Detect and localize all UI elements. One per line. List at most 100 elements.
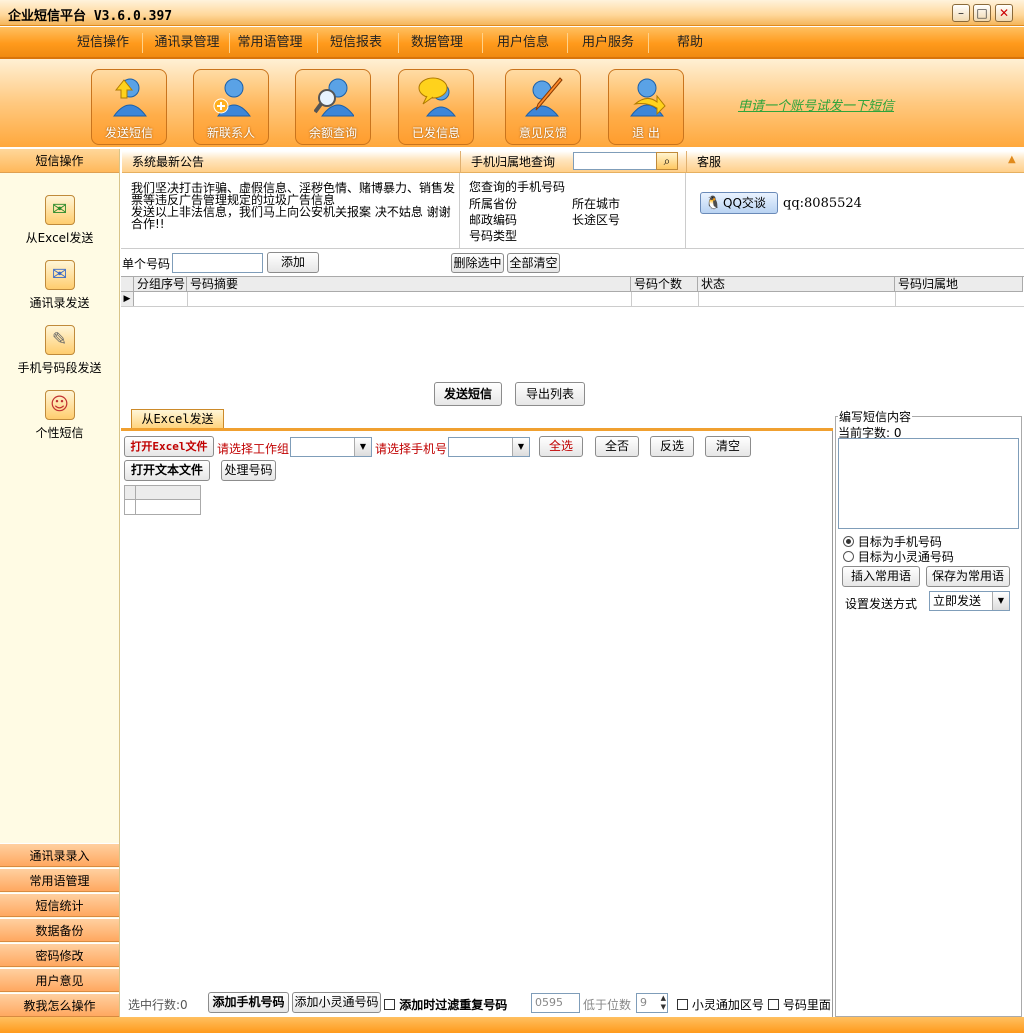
new-contact-button[interactable]: 新联系人	[193, 69, 269, 145]
grid-col-summary[interactable]: 号码摘要	[187, 277, 631, 292]
menu-sms-operations[interactable]: 短信操作	[70, 27, 136, 57]
menu-bar: 短信操作 通讯录管理 常用语管理 短信报表 数据管理 用户信息 用户服务 帮助	[0, 27, 1024, 59]
window-title: 企业短信平台 V3.6.0.397	[8, 9, 173, 24]
add-number-button[interactable]: 添加	[267, 252, 319, 273]
search-icon[interactable]: ⌕	[656, 152, 678, 170]
grid-col-group[interactable]: 分组序号	[134, 277, 187, 292]
invert-selection-button[interactable]: 反选	[650, 436, 694, 457]
row-pointer-icon: ▶	[121, 292, 134, 306]
feedback-label: 意见反馈	[518, 126, 567, 140]
sidebar-bottom-addressbook-entry[interactable]: 通讯录录入	[0, 843, 119, 867]
grid-line	[895, 292, 896, 306]
close-button[interactable]: ✕	[995, 4, 1013, 22]
add-mobile-button[interactable]: 添加手机号码	[208, 992, 289, 1013]
grid-line	[135, 486, 136, 514]
send-sms-action-button[interactable]: 发送短信	[434, 382, 502, 406]
phone-column-select[interactable]: ▼	[448, 437, 530, 457]
service-header: 客服	[686, 151, 1024, 173]
open-excel-button[interactable]: 打开Excel文件	[124, 436, 214, 457]
balance-query-button[interactable]: 余额查询	[295, 69, 371, 145]
checkbox-icon	[768, 999, 779, 1010]
exit-button[interactable]: 退 出	[608, 69, 684, 145]
qq-chat-button[interactable]: 🐧 QQ交谈	[700, 192, 778, 214]
trial-account-link[interactable]: 申请一个账号试发一下短信	[738, 95, 894, 114]
maximize-button[interactable]: □	[973, 4, 991, 22]
menu-phrases[interactable]: 常用语管理	[233, 27, 307, 57]
sidebar-header[interactable]: 短信操作	[0, 149, 119, 173]
chevron-down-icon: ▼	[354, 438, 371, 456]
in-number-checkbox[interactable]: 号码里面	[768, 996, 831, 1013]
menu-separator	[229, 33, 230, 53]
addressbook-send-icon: ✉	[44, 260, 75, 290]
sidebar-bottom-phrases[interactable]: 常用语管理	[0, 868, 119, 892]
insert-phrase-button[interactable]: 插入常用语	[842, 566, 920, 587]
sidebar-item-label: 从Excel发送	[25, 231, 94, 245]
grid-col-location[interactable]: 号码归属地	[895, 277, 1023, 292]
spinner-arrows-icon[interactable]: ▲ ▼	[661, 994, 666, 1012]
clear-button[interactable]: 清空	[705, 436, 751, 457]
qq-penguin-icon: 🐧	[705, 196, 722, 211]
grid-line	[698, 292, 699, 306]
menu-user-service[interactable]: 用户服务	[575, 27, 641, 57]
sent-messages-button[interactable]: 已发信息	[398, 69, 474, 145]
select-none-button[interactable]: 全否	[595, 436, 639, 457]
menu-user-info[interactable]: 用户信息	[490, 27, 556, 57]
process-numbers-button[interactable]: 处理号码	[221, 460, 276, 481]
lookup-header-label: 手机归属地查询	[471, 155, 556, 169]
menu-help[interactable]: 帮助	[660, 27, 720, 57]
export-list-button[interactable]: 导出列表	[515, 382, 585, 406]
single-number-input[interactable]	[172, 253, 263, 273]
sheet-select[interactable]: ▼	[290, 437, 372, 457]
notice-header: 系统最新公告	[122, 151, 460, 173]
target-phs-radio[interactable]: 目标为小灵通号码	[843, 548, 954, 565]
sent-messages-icon	[418, 77, 457, 117]
chevron-down-icon: ▼	[992, 592, 1009, 610]
single-number-label: 单个号码	[122, 257, 171, 271]
select-all-button[interactable]: 全选	[539, 436, 583, 457]
send-mode-value: 立即发送	[933, 594, 982, 608]
menu-address-book[interactable]: 通讯录管理	[148, 27, 226, 57]
target-mobile-label: 目标为手机号码	[857, 535, 942, 549]
sidebar-item-addressbook-send[interactable]: ✉ 通讯录发送	[0, 260, 119, 311]
filter-duplicates-checkbox[interactable]: 添加时过滤重复号码	[384, 996, 507, 1013]
sidebar-bottom-feedback[interactable]: 用户意见	[0, 968, 119, 992]
menu-reports[interactable]: 短信报表	[323, 27, 389, 57]
lookup-province-label: 所属省份	[469, 197, 518, 211]
sidebar-bottom-backup[interactable]: 数据备份	[0, 918, 119, 942]
sidebar-bottom-statistics[interactable]: 短信统计	[0, 893, 119, 917]
message-textarea[interactable]	[838, 438, 1019, 529]
sidebar-item-personal-sms[interactable]: ☺ 个性短信	[0, 390, 119, 441]
send-mode-select[interactable]: 立即发送 ▼	[929, 591, 1010, 611]
phs-area-checkbox[interactable]: 小灵通加区号	[677, 996, 764, 1013]
radio-icon	[843, 536, 854, 547]
balance-query-icon	[314, 78, 354, 117]
sidebar-bottom-password[interactable]: 密码修改	[0, 943, 119, 967]
digits-spinner[interactable]: 9 ▲ ▼	[636, 993, 668, 1013]
grid-line	[187, 292, 188, 306]
excel-preview-grid[interactable]	[124, 485, 201, 515]
save-phrase-button[interactable]: 保存为常用语	[926, 566, 1010, 587]
menu-data[interactable]: 数据管理	[404, 27, 470, 57]
send-sms-button[interactable]: 发送短信	[91, 69, 167, 145]
minimize-button[interactable]: –	[952, 4, 970, 22]
menu-separator	[482, 33, 483, 53]
add-phs-button[interactable]: 添加小灵通号码	[292, 992, 381, 1013]
new-contact-icon	[213, 78, 251, 117]
sidebar-item-number-range-send[interactable]: ✎ 手机号码段发送	[0, 325, 119, 376]
collapse-icon[interactable]: ▲	[1008, 154, 1016, 165]
lookup-input[interactable]	[573, 152, 657, 170]
grid-col-count[interactable]: 号码个数	[631, 277, 698, 292]
divider	[121, 248, 1024, 249]
selected-rows-count: 选中行数:0	[128, 998, 188, 1012]
grid-col-status[interactable]: 状态	[698, 277, 895, 292]
sidebar-bottom-tutorial[interactable]: 教我怎么操作	[0, 993, 119, 1017]
sidebar-item-excel-send[interactable]: ✉ 从Excel发送	[0, 195, 119, 246]
feedback-button[interactable]: 意见反馈	[505, 69, 581, 145]
prefix-input[interactable]: 0595	[531, 993, 580, 1013]
open-text-file-button[interactable]: 打开文本文件	[124, 460, 210, 481]
checkbox-icon	[677, 999, 688, 1010]
select-phone-label: 请选择手机号	[375, 442, 448, 456]
delete-selected-button[interactable]: 删除选中	[451, 253, 504, 273]
clear-all-button[interactable]: 全部清空	[507, 253, 560, 273]
tab-excel-send[interactable]: 从Excel发送	[131, 409, 224, 429]
